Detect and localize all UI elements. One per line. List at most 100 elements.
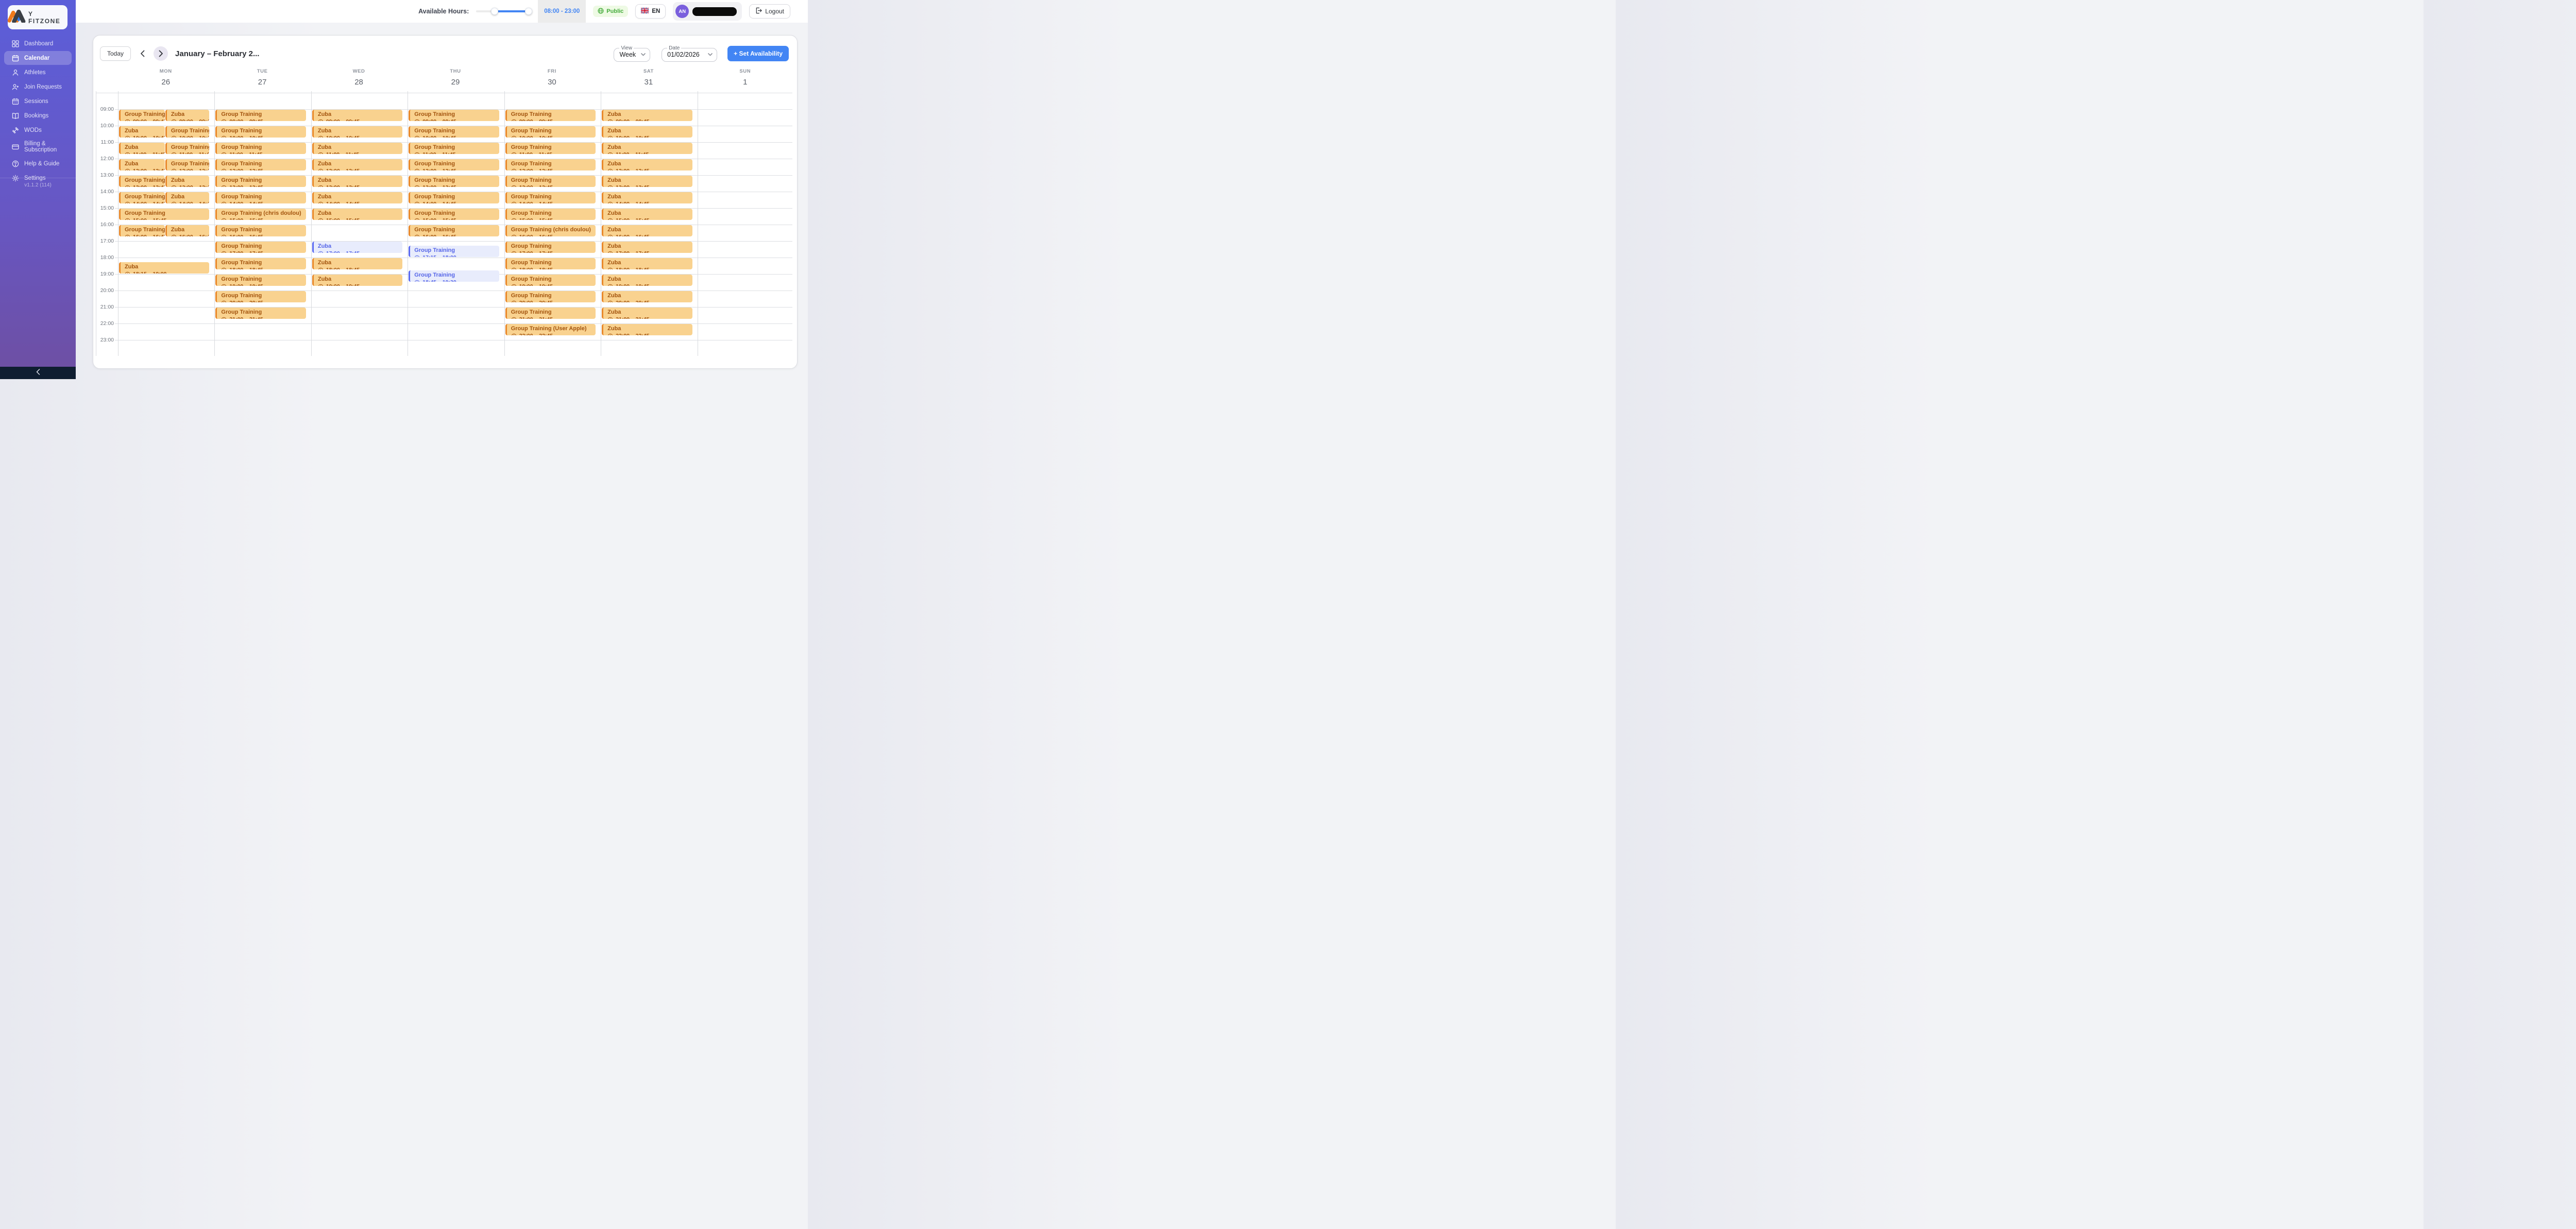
calendar-event[interactable]: Zuba16:00 – 16:45 [602, 225, 692, 236]
calendar-event[interactable]: Zuba19:00 – 19:45 [602, 275, 692, 286]
calendar-event[interactable]: Zuba16:00 – 16:45 [165, 225, 210, 236]
slider-handle-end[interactable] [525, 8, 532, 15]
sidebar-collapse-bar[interactable] [0, 367, 76, 379]
calendar-event[interactable]: Zuba12:00 – 12:45 [119, 159, 165, 170]
calendar-event[interactable]: Group Training09:00 – 09:45 [215, 110, 306, 121]
calendar-event[interactable]: Zuba14:00 – 14:45 [312, 192, 402, 203]
calendar-event[interactable]: Group Training15:00 – 15:45 [505, 209, 596, 220]
calendar-event[interactable]: Group Training10:00 – 10:45 [165, 126, 210, 138]
calendar-event[interactable]: Group Training17:15 – 18:00 [409, 246, 499, 257]
sidebar-item-billing[interactable]: Billing & Subscription [4, 138, 72, 156]
calendar-event[interactable]: Zuba21:00 – 21:45 [602, 308, 692, 319]
calendar-event[interactable]: Group Training16:00 – 16:45 [409, 225, 499, 236]
calendar-event[interactable]: Zuba10:00 – 10:45 [602, 126, 692, 138]
calendar-event[interactable]: Group Training13:00 – 13:45 [119, 176, 165, 187]
calendar-event[interactable]: Group Training17:00 – 17:45 [505, 242, 596, 253]
sidebar-item-wods[interactable]: WODs [4, 123, 72, 137]
set-availability-button[interactable]: + Set Availability [727, 46, 789, 61]
calendar-event[interactable]: Zuba18:15 – 19:00 [119, 262, 209, 274]
calendar-event[interactable]: Group Training18:45 – 19:30 [409, 270, 499, 282]
calendar-event[interactable]: Group Training18:00 – 18:45 [505, 258, 596, 269]
sidebar-item-dashboard[interactable]: Dashboard [4, 37, 72, 50]
calendar-event[interactable]: Zuba20:00 – 20:45 [602, 291, 692, 302]
today-button[interactable]: Today [100, 46, 131, 61]
calendar-event[interactable]: Group Training14:00 – 14:45 [409, 192, 499, 203]
calendar-event[interactable]: Zuba13:00 – 13:45 [602, 176, 692, 187]
calendar-event[interactable]: Zuba17:00 – 17:45 [602, 242, 692, 253]
calendar-event[interactable]: Group Training15:00 – 15:45 [119, 209, 209, 220]
calendar-event[interactable]: Group Training12:00 – 12:45 [165, 159, 210, 170]
calendar-event[interactable]: Group Training09:00 – 09:45 [505, 110, 596, 121]
calendar-event[interactable]: Zuba12:00 – 12:45 [312, 159, 402, 170]
calendar-event[interactable]: Zuba09:00 – 09:45 [165, 110, 210, 121]
calendar-event[interactable]: Zuba10:00 – 10:45 [312, 126, 402, 138]
calendar-event[interactable]: Group Training10:00 – 10:45 [505, 126, 596, 138]
calendar-event[interactable]: Zuba14:00 – 14:45 [165, 192, 210, 203]
calendar-event[interactable]: Group Training (chris doulou)16:00 – 16:… [505, 225, 596, 236]
calendar-event[interactable]: Group Training19:00 – 19:45 [505, 275, 596, 286]
calendar-event[interactable]: Group Training13:00 – 13:45 [215, 176, 306, 187]
calendar-event[interactable]: Group Training14:00 – 14:45 [119, 192, 165, 203]
calendar-event[interactable]: Group Training21:00 – 21:45 [505, 308, 596, 319]
prev-week-button[interactable] [135, 46, 149, 61]
calendar-event[interactable]: Zuba11:00 – 11:45 [119, 143, 165, 154]
available-hours-slider[interactable] [476, 8, 531, 15]
calendar-event[interactable]: Group Training09:00 – 09:45 [119, 110, 165, 121]
calendar-event[interactable]: Zuba17:00 – 17:45 [312, 242, 402, 253]
calendar-event[interactable]: Group Training11:00 – 11:45 [409, 143, 499, 154]
calendar-event[interactable]: Group Training11:00 – 11:45 [165, 143, 210, 154]
calendar-event[interactable]: Group Training12:00 – 12:45 [215, 159, 306, 170]
calendar-event[interactable]: Group Training17:00 – 17:45 [215, 242, 306, 253]
calendar-event[interactable]: Zuba15:00 – 15:45 [312, 209, 402, 220]
calendar-event[interactable]: Zuba09:00 – 09:45 [312, 110, 402, 121]
calendar-event[interactable]: Group Training21:00 – 21:45 [215, 308, 306, 319]
calendar-event[interactable]: Zuba10:00 – 10:45 [119, 126, 165, 138]
calendar-event[interactable]: Group Training20:00 – 20:45 [215, 291, 306, 302]
calendar-event[interactable]: Group Training20:00 – 20:45 [505, 291, 596, 302]
calendar-event[interactable]: Group Training (User Apple)22:00 – 22:45 [505, 324, 596, 335]
sidebar-item-athletes[interactable]: Athletes [4, 65, 72, 79]
calendar-event[interactable]: Group Training19:00 – 19:45 [215, 275, 306, 286]
calendar-event[interactable]: Group Training (chris doulou)15:00 – 15:… [215, 209, 306, 220]
calendar-event[interactable]: Zuba18:00 – 18:45 [312, 258, 402, 269]
calendar-event[interactable]: Zuba22:00 – 22:45 [602, 324, 692, 335]
calendar-event[interactable]: Zuba12:00 – 12:45 [602, 159, 692, 170]
calendar-event[interactable]: Group Training16:00 – 16:45 [215, 225, 306, 236]
sidebar-item-help[interactable]: Help & Guide [4, 157, 72, 170]
calendar-event[interactable]: Group Training10:00 – 10:45 [409, 126, 499, 138]
user-menu[interactable]: AN [673, 2, 742, 21]
next-week-button[interactable] [154, 46, 168, 61]
slider-handle-start[interactable] [491, 8, 498, 15]
calendar-event[interactable]: Group Training10:00 – 10:45 [215, 126, 306, 138]
calendar-event[interactable]: Group Training18:00 – 18:45 [215, 258, 306, 269]
calendar-event[interactable]: Zuba14:00 – 14:45 [602, 192, 692, 203]
sidebar-item-sessions[interactable]: Sessions [4, 94, 72, 108]
app-logo[interactable]: Y FITZONE [8, 5, 67, 29]
calendar-event[interactable]: Group Training12:00 – 12:45 [505, 159, 596, 170]
calendar-event[interactable]: Group Training15:00 – 15:45 [409, 209, 499, 220]
sidebar-item-bookings[interactable]: Bookings [4, 109, 72, 123]
calendar-event[interactable]: Group Training16:00 – 16:45 [119, 225, 165, 236]
calendar-event[interactable]: Group Training14:00 – 14:45 [505, 192, 596, 203]
visibility-badge[interactable]: Public [593, 6, 628, 17]
calendar-event[interactable]: Group Training12:00 – 12:45 [409, 159, 499, 170]
language-selector[interactable]: EN [635, 4, 666, 19]
sidebar-item-join-requests[interactable]: Join Requests [4, 80, 72, 94]
calendar-event[interactable]: Group Training11:00 – 11:45 [215, 143, 306, 154]
calendar-event[interactable]: Zuba19:00 – 19:45 [312, 275, 402, 286]
calendar-event[interactable]: Zuba11:00 – 11:45 [312, 143, 402, 154]
calendar-event[interactable]: Group Training14:00 – 14:45 [215, 192, 306, 203]
logout-button[interactable]: Logout [749, 4, 790, 19]
calendar-event[interactable]: Zuba18:00 – 18:45 [602, 258, 692, 269]
view-select[interactable]: View Week [614, 45, 650, 62]
calendar-event[interactable]: Zuba15:00 – 15:45 [602, 209, 692, 220]
calendar-event[interactable]: Group Training13:00 – 13:45 [409, 176, 499, 187]
calendar-event[interactable]: Group Training13:00 – 13:45 [505, 176, 596, 187]
sidebar-item-calendar[interactable]: Calendar [4, 51, 72, 65]
calendar-event[interactable]: Group Training11:00 – 11:45 [505, 143, 596, 154]
calendar-event[interactable]: Zuba09:00 – 09:45 [602, 110, 692, 121]
calendar-event[interactable]: Group Training09:00 – 09:45 [409, 110, 499, 121]
calendar-event[interactable]: Zuba13:00 – 13:45 [312, 176, 402, 187]
date-picker[interactable]: Date 01/02/2026 [662, 45, 717, 62]
calendar-event[interactable]: Zuba13:00 – 13:45 [165, 176, 210, 187]
